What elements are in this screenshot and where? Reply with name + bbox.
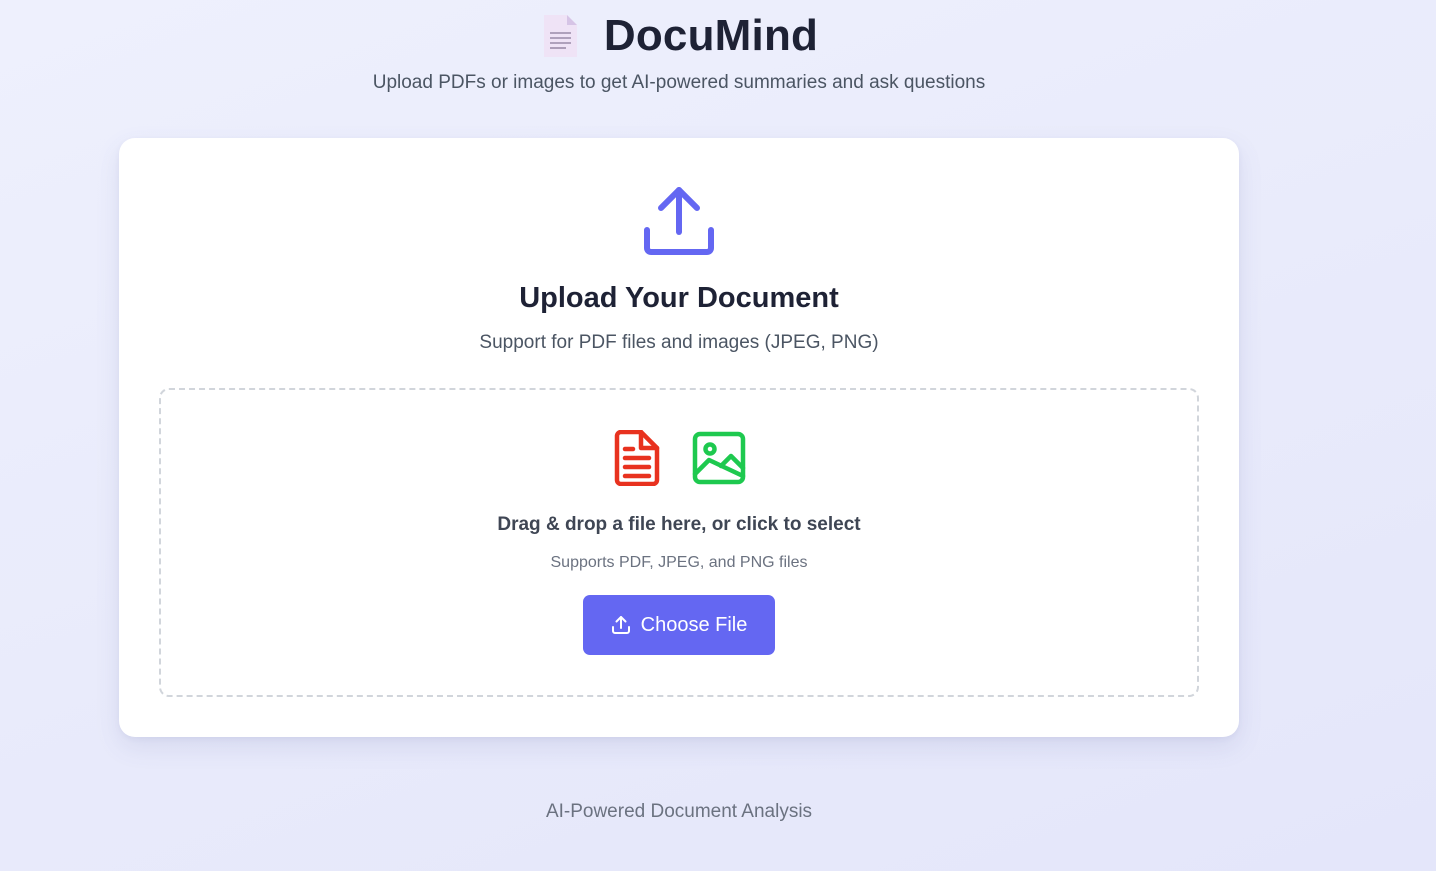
upload-title: Upload Your Document <box>519 282 839 314</box>
footer-text: AI-Powered Document Analysis <box>545 801 813 822</box>
upload-card: Upload Your Document Support for PDF fil… <box>119 138 1239 737</box>
dropzone-prompt: Drag & drop a file here, or click to sel… <box>497 514 861 535</box>
upload-icon <box>639 180 719 260</box>
app-subtitle: Upload PDFs or images to get AI-powered … <box>372 72 986 93</box>
choose-file-button[interactable]: Choose File <box>583 595 775 655</box>
file-text-icon <box>611 430 663 486</box>
choose-file-label: Choose File <box>640 613 748 636</box>
image-icon <box>691 430 747 486</box>
file-type-icons <box>161 430 1197 486</box>
upload-icon <box>611 615 631 635</box>
app-header: DocuMind Upload PDFs or images to get AI… <box>0 10 1358 94</box>
document-icon <box>540 13 580 59</box>
brand-row: DocuMind <box>0 10 1358 62</box>
app-title: DocuMind <box>603 11 819 60</box>
upload-subtitle: Support for PDF files and images (JPEG, … <box>479 332 879 353</box>
file-dropzone[interactable]: Drag & drop a file here, or click to sel… <box>159 388 1199 697</box>
dropzone-formats: Supports PDF, JPEG, and PNG files <box>550 554 808 571</box>
